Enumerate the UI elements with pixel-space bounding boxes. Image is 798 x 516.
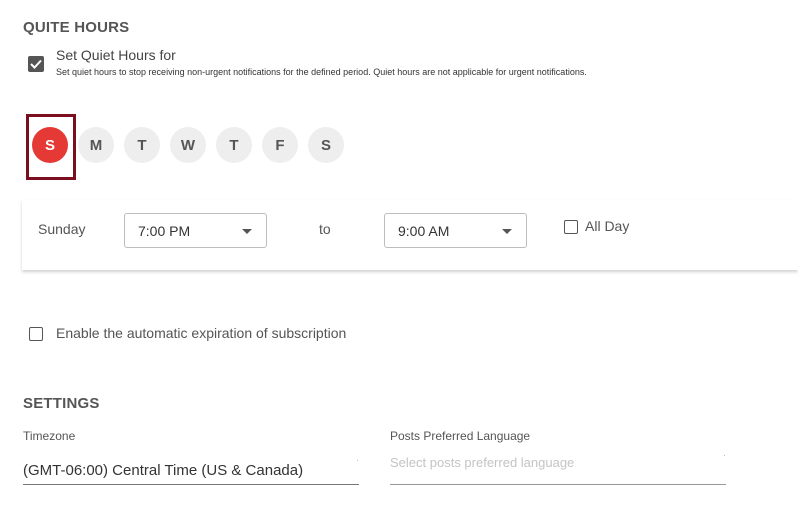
schedule-day-label: Sunday [38, 221, 86, 237]
day-thursday-button[interactable]: T [216, 127, 252, 163]
quiet-hours-description: Set quiet hours to stop receiving non-ur… [56, 67, 587, 77]
start-time-select[interactable]: 7:00 PM [124, 213, 267, 248]
set-quiet-hours-label: Set Quiet Hours for [56, 47, 176, 63]
auto-expiration-label: Enable the automatic expiration of subsc… [56, 325, 347, 341]
language-placeholder: Select posts preferred language [390, 455, 575, 470]
end-time-select[interactable]: 9:00 AM [384, 213, 527, 248]
dropdown-indicator-icon: ˙ [723, 454, 726, 463]
day-tuesday-button[interactable]: T [124, 127, 160, 163]
day-monday-button[interactable]: M [78, 127, 114, 163]
set-quiet-hours-checkbox[interactable] [28, 56, 44, 72]
timezone-underline [23, 484, 359, 485]
timezone-label: Timezone [23, 429, 76, 443]
day-friday-button[interactable]: F [262, 127, 298, 163]
all-day-checkbox[interactable] [564, 220, 578, 234]
timezone-select[interactable]: (GMT-06:00) Central Time (US & Canada) ˙ [23, 455, 359, 485]
day-saturday-button[interactable]: S [308, 127, 344, 163]
language-underline [390, 484, 726, 485]
auto-expiration-checkbox[interactable] [29, 327, 43, 341]
day-sunday-button[interactable]: S [32, 127, 68, 163]
end-time-value: 9:00 AM [398, 222, 450, 239]
timezone-value: (GMT-06:00) Central Time (US & Canada) [23, 462, 304, 479]
all-day-label: All Day [585, 218, 630, 234]
to-label: to [319, 221, 331, 237]
start-time-value: 7:00 PM [138, 222, 191, 239]
dropdown-indicator-icon: ˙ [356, 459, 359, 468]
language-select[interactable]: Select posts preferred language ˙ [390, 452, 726, 485]
settings-title: SETTINGS [23, 395, 100, 412]
chevron-down-icon [242, 229, 252, 234]
chevron-down-icon [502, 229, 512, 234]
check-icon [30, 59, 42, 69]
language-label: Posts Preferred Language [390, 429, 531, 443]
day-wednesday-button[interactable]: W [170, 127, 206, 163]
quiet-hours-title: QUITE HOURS [23, 19, 130, 36]
